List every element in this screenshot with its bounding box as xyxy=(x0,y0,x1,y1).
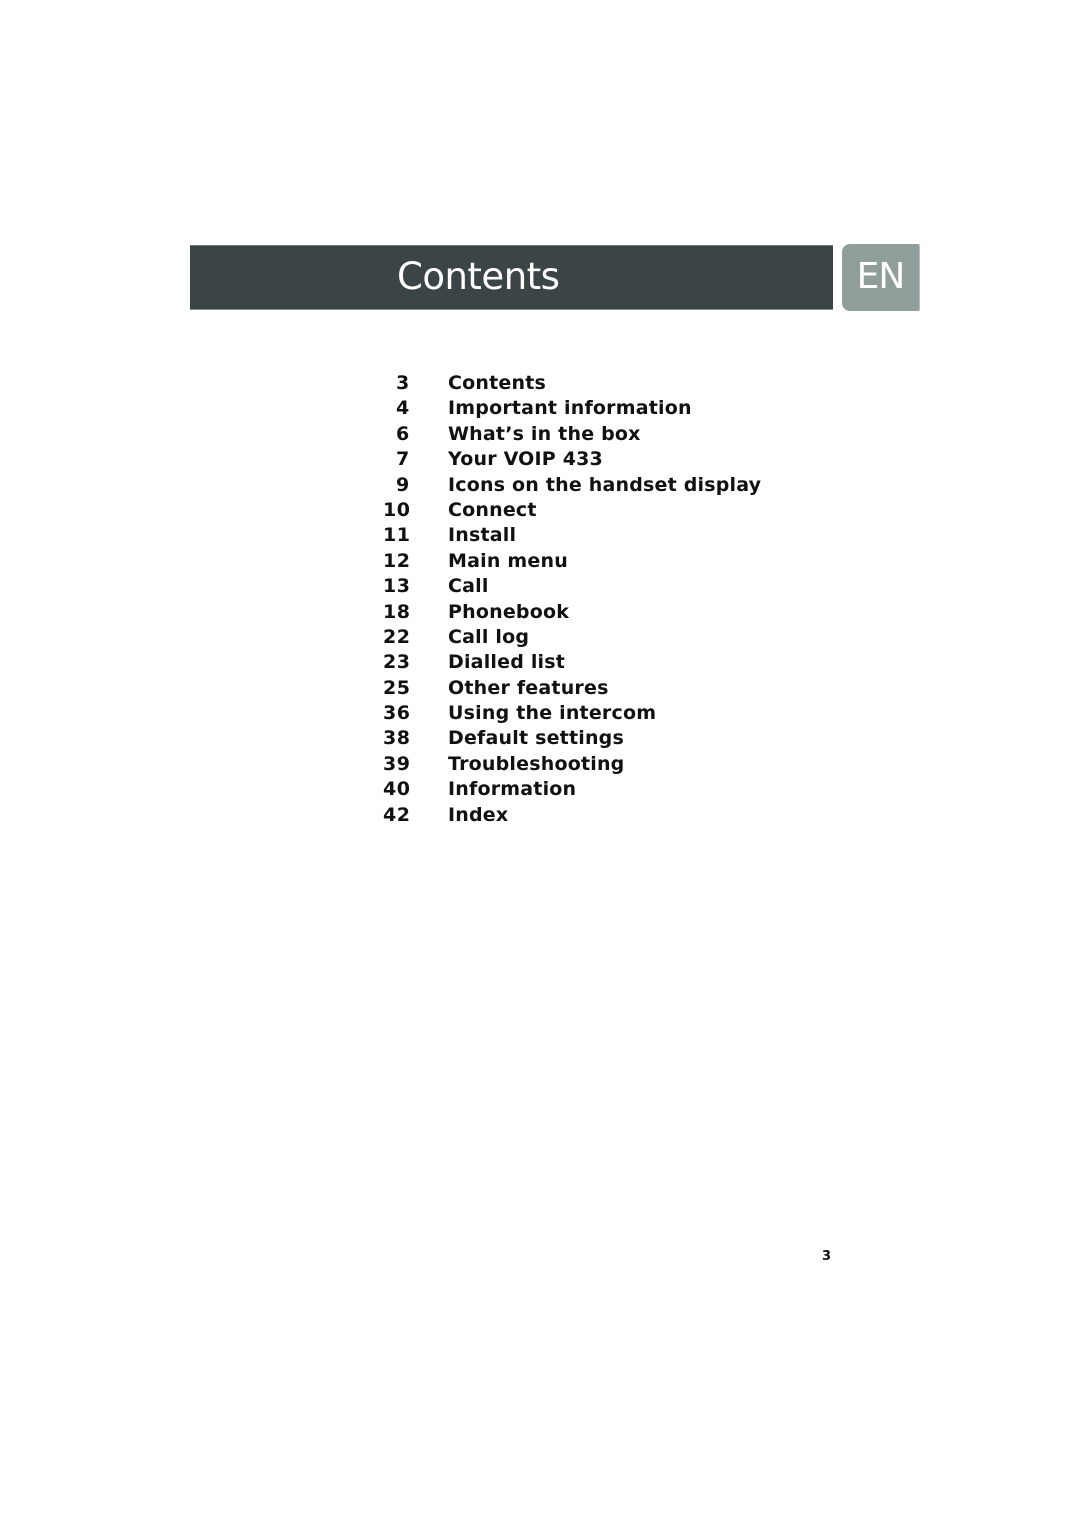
toc-entry-title: Default settings xyxy=(448,727,624,750)
toc-page-number: 9 xyxy=(396,473,410,496)
toc-entry[interactable]: 18 Phonebook xyxy=(383,600,761,625)
toc-entry[interactable]: 9 Icons on the handset display xyxy=(383,473,761,498)
toc-entry-title: Install xyxy=(448,524,517,547)
toc-entry-title: Important information xyxy=(448,397,692,420)
toc-entry[interactable]: 36 Using the intercom xyxy=(383,701,761,726)
toc-entry-title: Index xyxy=(448,803,509,826)
toc-entry[interactable]: 38 Default settings xyxy=(383,726,761,751)
toc-entry[interactable]: 25 Other features xyxy=(383,676,761,701)
toc-page-number: 11 xyxy=(383,524,411,547)
toc-page-number: 25 xyxy=(383,676,411,699)
table-of-contents: 3 Contents 4 Important information 6 What’s… xyxy=(383,371,761,828)
page-number: 3 xyxy=(822,1249,832,1264)
toc-entry-title: Call log xyxy=(448,625,530,648)
toc-entry[interactable]: 4 Important information xyxy=(383,396,761,421)
toc-entry-title: Main menu xyxy=(448,549,568,572)
toc-page-number: 7 xyxy=(396,448,410,471)
toc-entry[interactable]: 6 What’s in the box xyxy=(383,422,761,447)
toc-entry-title: Using the intercom xyxy=(448,702,657,725)
toc-page-number: 38 xyxy=(383,727,411,750)
section-title: Contents xyxy=(397,255,560,298)
toc-entry-title: Icons on the handset display xyxy=(448,473,762,496)
toc-entry-title: Troubleshooting xyxy=(448,752,625,775)
toc-page-number: 13 xyxy=(383,575,411,598)
toc-entry-title: Other features xyxy=(448,676,609,699)
toc-entry[interactable]: 40 Information xyxy=(383,777,761,802)
toc-page-number: 22 xyxy=(383,625,411,648)
toc-entry-title: Your VOIP 433 xyxy=(448,448,603,471)
toc-entry-title: Contents xyxy=(448,372,547,394)
toc-entry-title: Phonebook xyxy=(448,600,570,623)
toc-page-number: 42 xyxy=(383,803,411,826)
section-header-bar: Contents xyxy=(190,245,833,310)
toc-page-number: 40 xyxy=(383,778,411,801)
toc-entry[interactable]: 22 Call log xyxy=(383,625,761,650)
toc-entry-title: Connect xyxy=(448,498,537,521)
toc-page-number: 6 xyxy=(396,422,410,445)
toc-entry[interactable]: 3 Contents xyxy=(383,371,761,396)
toc-page-number: 23 xyxy=(383,651,411,674)
toc-entry[interactable]: 42 Index xyxy=(383,803,761,828)
toc-entry-title: What’s in the box xyxy=(448,422,641,445)
language-tab: EN xyxy=(842,244,920,311)
toc-entry[interactable]: 13 Call xyxy=(383,574,761,599)
toc-page-number: 12 xyxy=(383,549,411,572)
toc-entry[interactable]: 7 Your VOIP 433 xyxy=(383,447,761,472)
language-label: EN xyxy=(856,256,906,297)
toc-entry-title: Information xyxy=(448,778,577,801)
toc-entry[interactable]: 23 Dialled list xyxy=(383,650,761,675)
toc-entry[interactable]: 11 Install xyxy=(383,523,761,548)
toc-entry[interactable]: 12 Main menu xyxy=(383,549,761,574)
toc-page-number: 3 xyxy=(396,372,410,394)
toc-entry[interactable]: 39 Troubleshooting xyxy=(383,752,761,777)
toc-entry[interactable]: 10 Connect xyxy=(383,498,761,523)
toc-page-number: 4 xyxy=(396,397,410,420)
toc-page-number: 18 xyxy=(383,600,411,623)
toc-page-number: 36 xyxy=(383,702,411,725)
toc-page-number: 39 xyxy=(383,752,411,775)
toc-page-number: 10 xyxy=(383,498,411,521)
toc-entry-title: Call xyxy=(448,575,489,598)
toc-entry-title: Dialled list xyxy=(448,651,566,674)
